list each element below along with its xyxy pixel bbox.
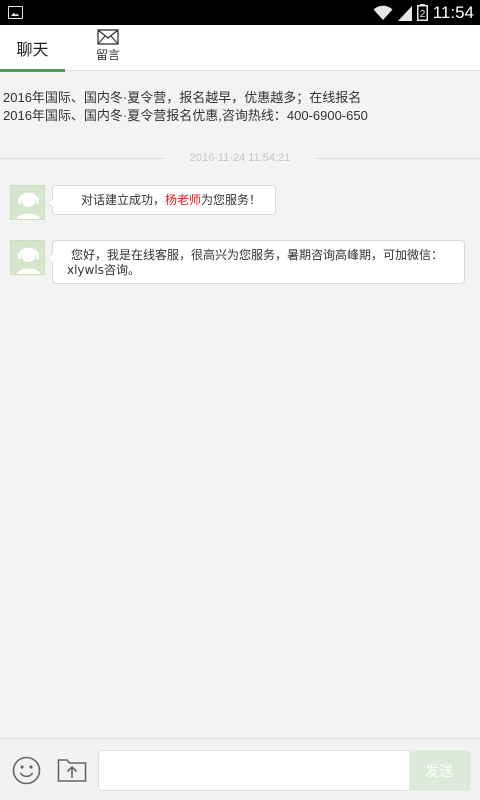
message-2-line-2: xlywls咨询。 (67, 263, 140, 277)
chat-timestamp-divider: 2016-11-24 11:54:21 (0, 150, 480, 166)
message-bubble-1: 对话建立成功，杨老师为您服务！ (47, 185, 276, 215)
message-input[interactable] (107, 751, 407, 790)
wifi-icon (373, 5, 393, 20)
tab-chat-label: 聊天 (16, 40, 49, 59)
message-1-suffix: 为您服务！ (201, 193, 262, 207)
composer-bar: 发送 (0, 738, 480, 800)
upload-file-button[interactable] (57, 756, 87, 785)
message-bubble-2: 您好，我是在线客服，很高兴为您服务，暑期咨询高峰期，可加微信： xlywls咨询… (47, 240, 465, 284)
envelope-icon (97, 29, 119, 45)
status-icons: 2 11:54 (373, 0, 474, 25)
agent-avatar-icon (11, 241, 44, 274)
smiley-icon (12, 756, 41, 785)
svg-text:2: 2 (419, 9, 425, 20)
notice-text: 2016年国际、国内冬·夏令营，报名越早，优惠越多；在线报名 2016年国际、国… (3, 89, 368, 125)
notice-line-1[interactable]: 2016年国际、国内冬·夏令营，报名越早，优惠越多；在线报名 (3, 89, 368, 107)
divider-line-right (315, 158, 480, 159)
agent-avatar (10, 185, 45, 220)
agent-avatar-icon (11, 186, 44, 219)
folder-upload-icon (57, 759, 87, 782)
emoji-button[interactable] (12, 756, 41, 785)
tab-message[interactable]: 留言 (88, 29, 128, 69)
message-2-line-1: 您好，我是在线客服，很高兴为您服务，暑期咨询高峰期，可加微信： (71, 248, 444, 262)
tab-bar: 聊天 留言 (0, 25, 480, 72)
agent-avatar (10, 240, 45, 275)
tab-chat[interactable]: 聊天 (0, 25, 65, 72)
signal-icon (397, 5, 412, 21)
agent-name: 杨老师 (165, 193, 202, 207)
notice-line-2[interactable]: 2016年国际、国内冬·夏令营报名优惠,咨询热线：400-6900-650 (3, 107, 368, 125)
message-input-box: 发送 (98, 750, 470, 791)
battery-icon: 2 (416, 4, 428, 21)
clock: 11:54 (432, 2, 474, 22)
tab-message-label: 留言 (95, 48, 120, 62)
gallery-notification-icon (8, 6, 23, 19)
message-1-prefix: 对话建立成功， (81, 193, 166, 207)
divider-line-left (0, 158, 165, 159)
send-button[interactable]: 发送 (409, 750, 469, 791)
chat-timestamp: 2016-11-24 11:54:21 (189, 152, 291, 164)
status-bar: 2 11:54 (0, 0, 480, 25)
